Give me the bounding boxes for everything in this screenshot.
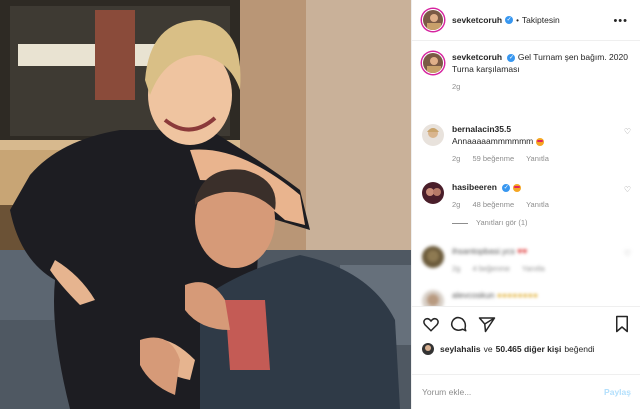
replies-line <box>452 222 468 224</box>
comment-username[interactable]: bernalacin35.5 <box>452 124 511 134</box>
post-actions: seylahalis ve 50.465 diğer kişi beğendi <box>412 306 640 374</box>
comment-username[interactable]: alevcoskun <box>452 290 495 300</box>
comment-icon[interactable] <box>450 315 468 333</box>
verified-icon: ✓ <box>505 16 514 24</box>
avatar[interactable] <box>422 9 444 31</box>
verified-icon: ✓ <box>502 183 511 192</box>
avatar[interactable] <box>422 124 444 146</box>
like-comment-heart-icon[interactable]: ♡ <box>624 127 631 136</box>
comments-list[interactable]: sevketcoruh ✓ Gel Turnam şen bağım. 2020… <box>412 41 640 306</box>
post-photo-illustration <box>0 0 411 409</box>
follow-status-button[interactable]: Takiptesin <box>522 15 560 25</box>
comment-likes[interactable]: 59 beğenme <box>472 154 514 163</box>
heart-eyes-emoji-icon <box>512 183 521 192</box>
view-replies-button[interactable]: Yanıtları gör (1) <box>452 217 631 229</box>
comment-username[interactable]: hasibeeren <box>452 182 497 192</box>
post-sidebar: sevketcoruh ✓ • Takiptesin ••• sevketcor… <box>411 0 640 409</box>
reply-button[interactable]: Yanıtla <box>526 200 549 209</box>
share-icon[interactable] <box>478 315 496 333</box>
comment-username[interactable]: ihsantopbasi.ycs <box>452 246 515 256</box>
comment-likes[interactable]: 48 beğenme <box>472 200 514 209</box>
comment-time[interactable]: 2g <box>452 154 460 163</box>
comment-text: Annaaaaammmmmm <box>452 136 534 146</box>
reply-button[interactable]: Yanıtla <box>522 264 545 273</box>
more-options-icon[interactable]: ••• <box>613 15 628 27</box>
avatar[interactable] <box>422 246 444 268</box>
heart-eyes-emoji-icon <box>535 137 544 146</box>
post-photo[interactable] <box>0 0 411 409</box>
comment-input[interactable]: Yorum ekle... <box>422 387 604 397</box>
comment-item: bernalacin35.5 Annaaaaammmmmm 2g 59 beğe… <box>422 123 631 181</box>
reply-button[interactable]: Yanıtla <box>526 154 549 163</box>
emoji-row-icon: ●●●●●●●● <box>496 290 538 300</box>
liker-username[interactable]: seylahalis <box>440 344 481 354</box>
avatar[interactable] <box>422 182 444 204</box>
likes-joiner: ve <box>483 344 493 354</box>
avatar[interactable] <box>422 290 444 306</box>
likes-suffix: beğendi <box>564 344 595 354</box>
avatar[interactable] <box>422 343 434 355</box>
comment-likes[interactable]: 4 beğenme <box>472 264 510 273</box>
caption-username[interactable]: sevketcoruh <box>452 52 502 62</box>
view-replies-label: Yanıtları gör (1) <box>476 218 528 227</box>
caption-time[interactable]: 2g <box>452 82 460 91</box>
likes-others[interactable]: 50.465 diğer kişi <box>496 344 562 354</box>
caption: sevketcoruh ✓ Gel Turnam şen bağım. 2020… <box>422 51 631 123</box>
avatar[interactable] <box>422 52 444 74</box>
like-heart-icon[interactable] <box>422 315 440 333</box>
verified-icon: ✓ <box>507 53 516 62</box>
bookmark-icon[interactable] <box>613 315 631 333</box>
separator-dot: • <box>516 15 519 25</box>
comment-item: alevcoskun ●●●●●●●● <box>422 289 631 306</box>
post-comment-button[interactable]: Paylaş <box>604 387 631 397</box>
likes-summary[interactable]: seylahalis ve 50.465 diğer kişi beğendi <box>422 343 631 355</box>
like-comment-heart-icon[interactable]: ♡ <box>624 249 631 258</box>
comment-time[interactable]: 2g <box>452 200 460 209</box>
add-comment-bar: Yorum ekle... Paylaş <box>412 374 640 409</box>
comment-time[interactable]: 2g <box>452 264 460 273</box>
post-header: sevketcoruh ✓ • Takiptesin ••• <box>412 0 640 41</box>
header-username[interactable]: sevketcoruh <box>452 15 502 25</box>
like-comment-heart-icon[interactable]: ♡ <box>624 185 631 194</box>
comment-item: hasibeeren ✓ 2g 48 beğenme Yanıtla Yanıt… <box>422 181 631 245</box>
comment-item: ihsantopbasi.ycs ♥♥ 2g 4 beğenme Yanıtla… <box>422 245 631 289</box>
hearts-emoji-icon: ♥♥ <box>517 246 528 256</box>
